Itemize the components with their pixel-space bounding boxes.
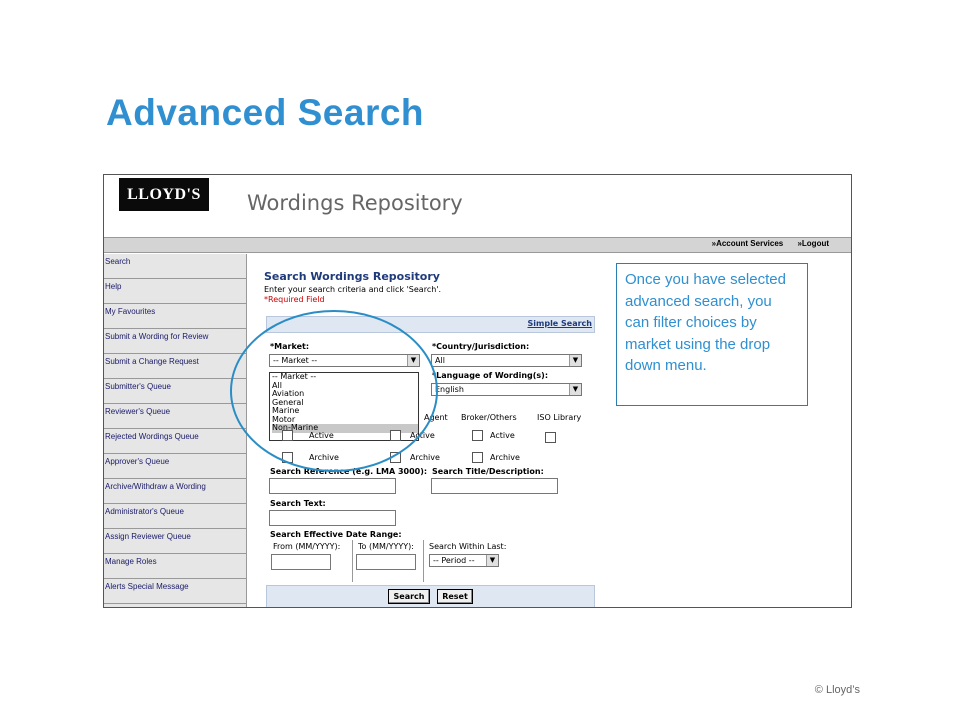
chevron-down-icon[interactable]: ▼ xyxy=(407,355,419,366)
reset-button[interactable]: Reset xyxy=(437,589,473,604)
country-select[interactable]: All ▼ xyxy=(431,354,582,367)
date-range-panel: From (MM/YYYY): To (MM/YYYY): Search Wit… xyxy=(266,540,591,584)
form-title: Search Wordings Repository xyxy=(264,270,440,283)
sidebar-item-assign-reviewer[interactable]: Assign Reviewer Queue xyxy=(104,529,246,554)
source-iso-label: ISO Library xyxy=(537,413,582,422)
search-reference-input[interactable] xyxy=(269,478,396,494)
sidebar-item-submitters-queue[interactable]: Submitter's Queue xyxy=(104,379,246,404)
chevron-down-icon[interactable]: ▼ xyxy=(486,555,498,566)
active-label: Active xyxy=(410,431,435,440)
top-nav-bar: »Account Services »Logout xyxy=(104,237,851,253)
divider xyxy=(423,540,424,582)
form-instructions: Enter your search criteria and click 'Se… xyxy=(264,285,442,294)
archive-label: Archive xyxy=(309,453,339,462)
sidebar-item-reviewers-queue[interactable]: Reviewer's Queue xyxy=(104,404,246,429)
mid-archive-checkbox[interactable] xyxy=(390,452,401,463)
sidebar-item-archive-withdraw[interactable]: Archive/Withdraw a Wording xyxy=(104,479,246,504)
date-range-label: Search Effective Date Range: xyxy=(270,530,402,539)
market-select-value: -- Market -- xyxy=(273,356,318,365)
sidebar-item-approvers-queue[interactable]: Approver's Queue xyxy=(104,454,246,479)
account-services-link[interactable]: »Account Services xyxy=(712,239,784,248)
search-button[interactable]: Search xyxy=(388,589,430,604)
sidebar: Search Help My Favourites Submit a Wordi… xyxy=(104,254,247,607)
to-date-input[interactable] xyxy=(356,554,416,570)
from-date-input[interactable] xyxy=(271,554,331,570)
search-title-label: Search Title/Description: xyxy=(432,467,544,476)
search-text-input[interactable] xyxy=(269,510,396,526)
source-broker-label: Broker/Others xyxy=(461,413,517,422)
agent-active-checkbox[interactable] xyxy=(282,430,293,441)
search-title-input[interactable] xyxy=(431,478,558,494)
lloyds-logo[interactable]: LLOYD'S xyxy=(119,178,209,211)
chevron-down-icon[interactable]: ▼ xyxy=(569,384,581,395)
language-select-value: English xyxy=(435,385,464,394)
sidebar-item-alerts[interactable]: Alerts Special Message xyxy=(104,579,246,604)
slide-title: Advanced Search xyxy=(106,92,425,133)
period-select[interactable]: -- Period -- ▼ xyxy=(429,554,499,567)
copyright: © Lloyd’s xyxy=(814,684,860,696)
logout-link[interactable]: »Logout xyxy=(797,239,829,248)
sidebar-item-rejected-queue[interactable]: Rejected Wordings Queue xyxy=(104,429,246,454)
required-note: *Required Field xyxy=(264,295,325,304)
search-reference-label: Search Reference (e.g. LMA 3000): xyxy=(270,467,428,476)
within-label: Search Within Last: xyxy=(429,542,507,551)
active-label: Active xyxy=(309,431,334,440)
market-label: *Market: xyxy=(270,342,310,351)
market-option[interactable]: -- Market -- xyxy=(272,372,418,382)
country-select-value: All xyxy=(435,356,445,365)
sidebar-item-help[interactable]: Help xyxy=(104,279,246,304)
archive-label: Archive xyxy=(490,453,520,462)
simple-search-link[interactable]: Simple Search xyxy=(528,319,593,328)
country-label: *Country/Jurisdiction: xyxy=(432,342,530,351)
language-select[interactable]: English ▼ xyxy=(431,383,582,396)
banner: LLOYD'S Wordings Repository xyxy=(104,175,851,237)
app-title: Wordings Repository xyxy=(247,191,463,215)
active-label: Active xyxy=(490,431,515,440)
from-label: From (MM/YYYY): xyxy=(273,542,341,551)
period-select-value: -- Period -- xyxy=(433,556,475,565)
market-select[interactable]: -- Market -- ▼ xyxy=(269,354,420,367)
broker-active-checkbox[interactable] xyxy=(472,430,483,441)
language-label: *Language of Wording(s): xyxy=(432,371,549,380)
sidebar-item-manage-roles[interactable]: Manage Roles xyxy=(104,554,246,579)
agent-archive-checkbox[interactable] xyxy=(282,452,293,463)
archive-label: Archive xyxy=(410,453,440,462)
sidebar-item-search[interactable]: Search xyxy=(104,254,246,279)
sidebar-item-submit-change[interactable]: Submit a Change Request xyxy=(104,354,246,379)
sidebar-item-submit-wording[interactable]: Submit a Wording for Review xyxy=(104,329,246,354)
callout-box: Once you have selected advanced search, … xyxy=(616,263,808,406)
sidebar-item-admin-queue[interactable]: Administrator's Queue xyxy=(104,504,246,529)
chevron-down-icon[interactable]: ▼ xyxy=(569,355,581,366)
divider xyxy=(352,540,353,582)
mid-active-checkbox[interactable] xyxy=(390,430,401,441)
to-label: To (MM/YYYY): xyxy=(358,542,414,551)
broker-archive-checkbox[interactable] xyxy=(472,452,483,463)
form-button-bar: Search Reset xyxy=(266,585,595,607)
sidebar-item-favourites[interactable]: My Favourites xyxy=(104,304,246,329)
iso-active-checkbox[interactable] xyxy=(545,432,556,443)
source-agent-label: Agent xyxy=(424,413,448,422)
required-note-text: *Required Field xyxy=(264,295,325,304)
search-text-label: Search Text: xyxy=(270,499,326,508)
search-options-bar: Simple Search xyxy=(266,316,595,333)
